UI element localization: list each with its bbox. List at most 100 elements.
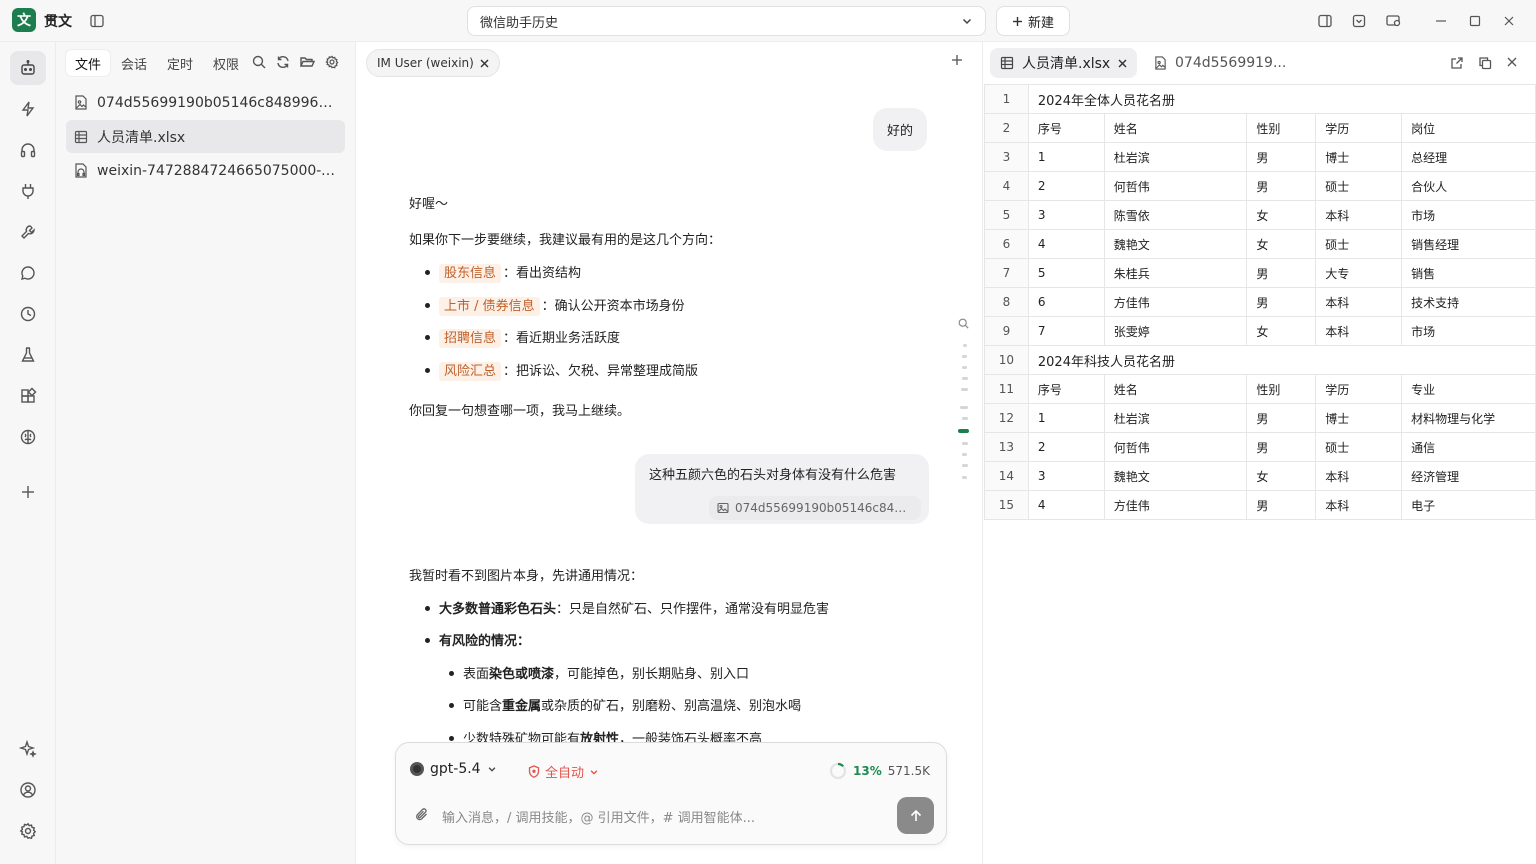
search-icon[interactable] [958, 318, 969, 329]
lightning-icon[interactable] [10, 92, 46, 126]
sheet-cell[interactable]: 方佳伟 [1103, 490, 1248, 520]
sheet-cell[interactable]: 男 [1246, 258, 1317, 288]
nav-marker[interactable] [962, 442, 968, 445]
row-number[interactable]: 13 [984, 432, 1029, 462]
sheet-cell[interactable]: 序号 [1027, 374, 1105, 404]
chat-tab[interactable]: IM User (weixin) [366, 49, 500, 77]
sheet-cell[interactable]: 专业 [1401, 374, 1536, 404]
sheet-cell[interactable]: 魏艳文 [1103, 229, 1248, 259]
sheet-cell[interactable]: 本科 [1315, 316, 1403, 346]
sheet-cell[interactable]: 3 [1027, 200, 1105, 230]
row-number[interactable]: 15 [984, 490, 1029, 520]
tab-permissions[interactable]: 权限 [204, 50, 248, 76]
sheet-cell[interactable]: 硕士 [1315, 229, 1403, 259]
sheet-cell[interactable]: 本科 [1315, 200, 1403, 230]
wrench-icon[interactable] [10, 215, 46, 249]
sheet-cell[interactable]: 魏艳文 [1103, 461, 1248, 491]
message-input[interactable]: 输入消息，/ 调用技能，@ 引用文件，# 调用智能体... [442, 807, 755, 826]
sheet-cell[interactable]: 本科 [1315, 287, 1403, 317]
sheet-cell[interactable]: 3 [1027, 461, 1105, 491]
suggestion-tag[interactable]: 股东信息 [439, 264, 502, 283]
sheet-cell[interactable]: 姓名 [1103, 113, 1248, 143]
gear-icon[interactable] [325, 55, 339, 69]
copy-icon[interactable] [1478, 56, 1492, 70]
flask-icon[interactable] [10, 338, 46, 372]
sheet-cell[interactable]: 序号 [1027, 113, 1105, 143]
row-number[interactable]: 4 [984, 171, 1029, 201]
sheet-cell[interactable]: 市场 [1401, 316, 1536, 346]
sheet-title-cell[interactable]: 2024年全体人员花名册 [1027, 84, 1536, 114]
row-number[interactable]: 14 [984, 461, 1029, 491]
sheet-cell[interactable]: 性别 [1246, 374, 1317, 404]
nav-marker[interactable] [962, 417, 968, 420]
sheet-cell[interactable]: 硕士 [1315, 432, 1403, 462]
send-button[interactable] [897, 797, 934, 834]
sheet-cell[interactable]: 姓名 [1103, 374, 1248, 404]
sheet-cell[interactable]: 材料物理与化学 [1401, 403, 1536, 433]
plug-icon[interactable] [10, 174, 46, 208]
sheet-cell[interactable]: 1 [1027, 403, 1105, 433]
sheet-cell[interactable]: 杜岩滨 [1103, 142, 1248, 172]
close-icon[interactable] [480, 59, 489, 68]
attachment-chip[interactable]: 074d55699190b05146c8489968... [709, 496, 921, 520]
nav-marker[interactable] [962, 476, 967, 479]
sheet-cell[interactable]: 何哲伟 [1103, 432, 1248, 462]
row-number[interactable]: 3 [984, 142, 1029, 172]
row-number[interactable]: 5 [984, 200, 1029, 230]
sheet-cell[interactable]: 男 [1246, 287, 1317, 317]
sheet-cell[interactable]: 4 [1027, 490, 1105, 520]
clock-icon[interactable] [10, 297, 46, 331]
sheet-cell[interactable]: 岗位 [1401, 113, 1536, 143]
nav-marker[interactable] [960, 406, 968, 409]
new-tab-plus-icon[interactable] [951, 54, 963, 66]
row-number[interactable]: 1 [984, 84, 1029, 114]
sheet-cell[interactable]: 电子 [1401, 490, 1536, 520]
sheet-cell[interactable]: 女 [1246, 461, 1317, 491]
headphones-icon[interactable] [10, 133, 46, 167]
sheet-cell[interactable]: 7 [1027, 316, 1105, 346]
row-number[interactable]: 12 [984, 403, 1029, 433]
window-icon[interactable] [1382, 10, 1404, 32]
sheet-cell[interactable]: 何哲伟 [1103, 171, 1248, 201]
sheet-cell[interactable]: 杜岩滨 [1103, 403, 1248, 433]
sheet-cell[interactable]: 总经理 [1401, 142, 1536, 172]
close-icon[interactable] [1118, 59, 1127, 68]
sheet-cell[interactable]: 经济管理 [1401, 461, 1536, 491]
suggestion-tag[interactable]: 招聘信息 [439, 329, 502, 348]
row-number[interactable]: 9 [984, 316, 1029, 346]
sheet-cell[interactable]: 女 [1246, 229, 1317, 259]
add-icon[interactable] [10, 475, 46, 509]
maximize-icon[interactable] [1464, 10, 1486, 32]
file-item-audio[interactable]: weixin-7472884724665075000-vo... [66, 154, 345, 187]
search-icon[interactable] [252, 55, 266, 69]
sheet-cell[interactable]: 陈雪依 [1103, 200, 1248, 230]
settings-gear-icon[interactable] [10, 814, 46, 848]
preview-tab-spreadsheet[interactable]: 人员清单.xlsx [990, 48, 1138, 78]
user-icon[interactable] [10, 773, 46, 807]
panel-icon[interactable] [1348, 10, 1370, 32]
suggestion-tag[interactable]: 风险汇总 [439, 362, 502, 381]
refresh-icon[interactable] [276, 55, 290, 69]
row-number[interactable]: 6 [984, 229, 1029, 259]
sheet-cell[interactable]: 女 [1246, 316, 1317, 346]
sheet-cell[interactable]: 2 [1027, 432, 1105, 462]
nav-marker[interactable] [962, 355, 967, 358]
row-number[interactable]: 7 [984, 258, 1029, 288]
toggle-sidebar-icon[interactable] [86, 10, 108, 32]
folder-open-icon[interactable] [300, 55, 315, 69]
chat-bubble-icon[interactable] [10, 256, 46, 290]
sheet-cell[interactable]: 技术支持 [1401, 287, 1536, 317]
sheet-cell[interactable]: 4 [1027, 229, 1105, 259]
nav-marker[interactable] [962, 377, 968, 380]
tab-schedule[interactable]: 定时 [158, 50, 202, 76]
sparkle-icon[interactable] [10, 732, 46, 766]
sheet-cell[interactable]: 女 [1246, 200, 1317, 230]
file-item-image[interactable]: 074d55699190b05146c8489968d... [66, 86, 345, 119]
sheet-cell[interactable]: 博士 [1315, 142, 1403, 172]
bot-icon[interactable] [10, 51, 46, 85]
sheet-cell[interactable]: 6 [1027, 287, 1105, 317]
sheet-cell[interactable]: 销售经理 [1401, 229, 1536, 259]
sheet-cell[interactable]: 学历 [1315, 374, 1403, 404]
sheet-cell[interactable]: 男 [1246, 490, 1317, 520]
close-window-icon[interactable] [1498, 10, 1520, 32]
